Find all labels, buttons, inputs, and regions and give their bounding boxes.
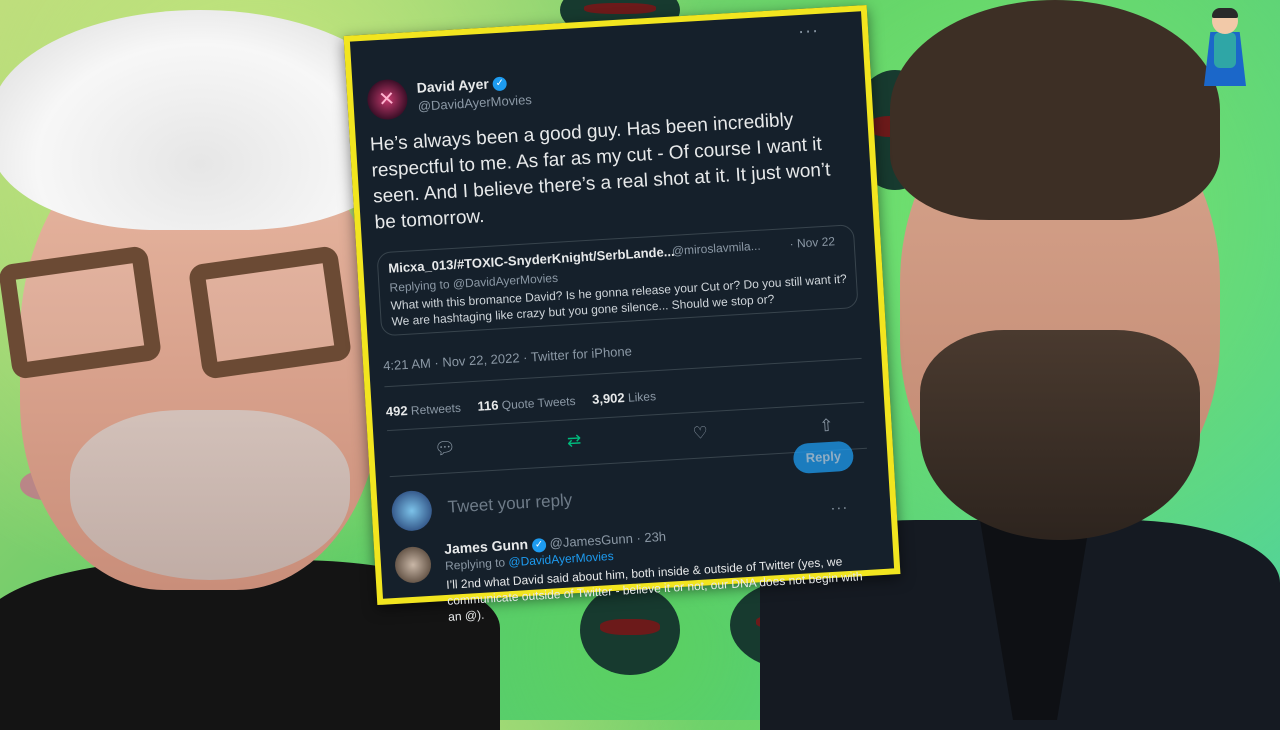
right-person-hair [890,0,1220,220]
quoted-author-name: Micxa_013/#TOXIC-SnyderKnight/SerbLande.… [387,243,675,276]
quoted-tweet[interactable]: Micxa_013/#TOXIC-SnyderKnight/SerbLande.… [376,224,859,337]
reply-input[interactable]: Tweet your reply [447,490,573,517]
tweet-timestamp[interactable]: 4:21 AM · Nov 22, 2022 · Twitter for iPh… [383,344,633,374]
quoted-author-handle: @miroslavmila... [671,238,762,258]
tweet-card: ··· David Ayer✓ @DavidAyerMovies He’s al… [343,4,901,624]
replying-to-label: Replying to [444,555,506,573]
verified-badge-icon: ✓ [492,76,508,92]
glasses [0,235,355,385]
author-avatar[interactable] [366,78,409,121]
retweets-stat[interactable]: 492 Retweets [385,401,461,419]
author-header: David Ayer ✓ @DavidAyerMovies [416,73,532,116]
right-person-photo [760,0,1280,730]
quoted-date: · Nov 22 [789,234,836,251]
author-handle[interactable]: @DavidAyerMovies [417,92,532,114]
mascot-hair [1212,8,1238,18]
quote-tweets-stat[interactable]: 116 Quote Tweets [477,394,576,414]
more-icon[interactable]: ··· [797,20,819,42]
tweet-stats: 492 Retweets 116 Quote Tweets 3,902 Like… [385,388,656,419]
mascot-body [1214,32,1236,68]
reply-button[interactable]: Reply [792,440,855,475]
reply-time: · 23h [635,528,667,546]
share-icon[interactable]: ⇧ [819,416,835,441]
retweet-icon[interactable]: ⇄ [567,431,583,456]
current-user-avatar[interactable] [390,489,433,532]
author-name[interactable]: David Ayer [416,76,489,96]
like-icon[interactable]: ♡ [692,423,709,448]
mascot-icon [1198,8,1250,88]
more-icon[interactable]: ··· [830,499,849,517]
reply-author-handle[interactable]: @JamesGunn [549,531,633,551]
left-person-beard [70,410,350,580]
reply-author-avatar[interactable] [394,545,433,584]
likes-stat[interactable]: 3,902 Likes [592,389,657,407]
reply-icon[interactable]: 💬︎ [434,438,457,463]
verified-badge-icon: ✓ [531,537,547,553]
right-person-beard [920,330,1200,540]
glasses-lens [187,245,353,380]
glasses-lens [0,245,163,380]
tweet-text: He’s always been a good guy. Has been in… [369,109,832,234]
